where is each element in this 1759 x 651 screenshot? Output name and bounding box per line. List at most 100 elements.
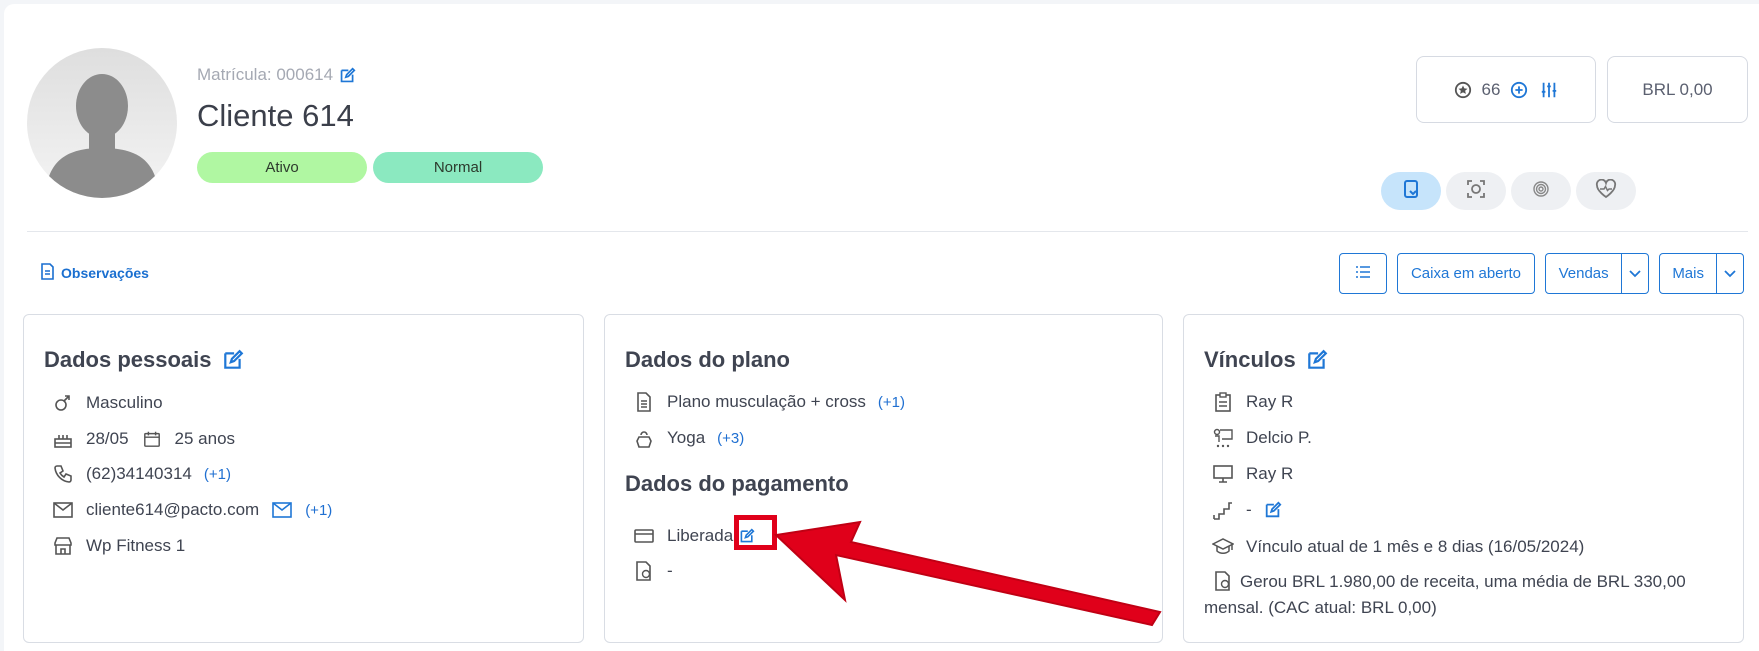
modality-row: Yoga (+3) xyxy=(633,427,744,449)
credit-card-icon xyxy=(633,525,655,547)
store-icon xyxy=(52,535,74,557)
mais-caret[interactable] xyxy=(1717,254,1743,293)
receipt-money-icon xyxy=(1212,570,1234,592)
graduation-cap-icon xyxy=(1212,536,1234,558)
plan-name: Plano musculação + cross xyxy=(667,392,866,411)
observacoes-label: Observações xyxy=(61,265,149,281)
teacher-row: Delcio P. xyxy=(1212,427,1312,449)
revenue-row: Gerou BRL 1.980,00 de receita, uma média… xyxy=(1204,569,1724,621)
list-icon xyxy=(1355,265,1371,283)
email-more-link[interactable]: (+1) xyxy=(305,502,332,519)
monitor-icon xyxy=(1212,463,1234,485)
cake-icon xyxy=(52,428,74,450)
revenue-value: Gerou BRL 1.980,00 de receita, uma média… xyxy=(1204,572,1686,617)
phone-value: (62)34140314 xyxy=(86,464,192,483)
birthday-row: 28/05 25 anos xyxy=(52,428,235,450)
level-row: - xyxy=(1212,499,1282,521)
teacher-icon xyxy=(1212,427,1234,449)
balance-box: BRL 0,00 xyxy=(1607,56,1748,123)
current-link-value: Vínculo atual de 1 mês e 8 dias (16/05/2… xyxy=(1246,537,1585,556)
personal-title-text: Dados pessoais xyxy=(44,347,212,372)
edit-icon[interactable] xyxy=(1306,349,1328,371)
fingerprint-button[interactable] xyxy=(1511,172,1571,210)
kettlebell-icon xyxy=(633,427,655,449)
gender-icon xyxy=(52,392,74,414)
payment-status: Liberada xyxy=(667,526,734,545)
client-panel: Matrícula: 000614 Cliente 614 Ativo Norm… xyxy=(4,4,1759,651)
phone-row: (62)34140314 (+1) xyxy=(52,463,231,485)
plan-data-card: Dados do plano Plano musculação + cross … xyxy=(604,314,1163,643)
consultant-value: Ray R xyxy=(1246,392,1294,411)
modality-value: Yoga xyxy=(667,428,706,447)
age-value: 25 anos xyxy=(174,429,236,448)
personal-data-card: Dados pessoais Masculino 28/05 25 anos (… xyxy=(23,314,584,643)
edit-icon[interactable] xyxy=(222,349,244,371)
mais-dropdown[interactable]: Mais xyxy=(1659,253,1744,294)
payment-card-title: Dados do pagamento xyxy=(625,471,849,496)
email-value: cliente614@pacto.com xyxy=(86,500,260,519)
teacher-value: Delcio P. xyxy=(1246,428,1312,447)
observacoes-link[interactable]: Observações xyxy=(40,263,149,283)
mobile-icon xyxy=(1401,179,1421,204)
modality-more-link[interactable]: (+3) xyxy=(717,430,744,447)
client-name: Cliente 614 xyxy=(197,98,354,133)
plan-card-title: Dados do plano xyxy=(625,347,790,372)
status-badge-normal: Normal xyxy=(373,152,543,183)
page-background: Matrícula: 000614 Cliente 614 Ativo Norm… xyxy=(0,0,1759,651)
balance-value: BRL 0,00 xyxy=(1642,79,1713,99)
adjust-icon[interactable] xyxy=(1538,79,1560,101)
links-card: Vínculos Ray R Delcio P. Ray R - Vínculo… xyxy=(1183,314,1744,643)
gender-row: Masculino xyxy=(52,392,163,414)
avatar xyxy=(27,48,177,198)
level-value: - xyxy=(1246,500,1252,519)
stairs-icon xyxy=(1212,499,1234,521)
vendas-dropdown[interactable]: Vendas xyxy=(1545,253,1649,294)
list-button[interactable] xyxy=(1339,253,1387,294)
matricula-label: Matrícula: 000614 xyxy=(197,65,356,85)
manager-row: Ray R xyxy=(1212,463,1293,485)
birthday-value: 28/05 xyxy=(86,429,129,448)
receipt-money-icon xyxy=(633,560,655,582)
current-link-row: Vínculo atual de 1 mês e 8 dias (16/05/2… xyxy=(1212,536,1584,558)
gender-value: Masculino xyxy=(86,393,163,412)
payment-value-row: - xyxy=(633,560,673,582)
calendar-icon xyxy=(141,428,163,450)
annotation-highlight-box xyxy=(734,515,777,550)
edit-icon[interactable] xyxy=(339,66,356,84)
points-box: 66 xyxy=(1416,56,1596,123)
personal-card-title: Dados pessoais xyxy=(44,347,244,373)
matricula-text: Matrícula: 000614 xyxy=(197,65,334,84)
fingerprint-icon xyxy=(1531,179,1551,204)
caixa-em-aberto-button[interactable]: Caixa em aberto xyxy=(1397,253,1535,294)
points-icon xyxy=(1452,79,1474,101)
add-points-icon[interactable] xyxy=(1508,79,1530,101)
status-badge-ativo: Ativo xyxy=(197,152,367,183)
clipboard-icon xyxy=(1212,391,1234,413)
plan-more-link[interactable]: (+1) xyxy=(878,394,905,411)
document-icon xyxy=(40,263,55,283)
mobile-app-button[interactable] xyxy=(1381,172,1441,210)
chevron-down-icon xyxy=(1629,265,1641,283)
email-row: cliente614@pacto.com (+1) xyxy=(52,499,332,521)
unit-row: Wp Fitness 1 xyxy=(52,535,185,557)
face-scan-icon xyxy=(1466,179,1486,204)
phone-more-link[interactable]: (+1) xyxy=(204,466,231,483)
links-title-text: Vínculos xyxy=(1204,347,1296,372)
chevron-down-icon xyxy=(1724,265,1736,283)
phone-icon xyxy=(52,463,74,485)
face-scan-button[interactable] xyxy=(1446,172,1506,210)
vendas-button[interactable]: Vendas xyxy=(1546,254,1623,293)
header-divider xyxy=(27,231,1748,232)
heart-pulse-icon xyxy=(1595,178,1617,204)
edit-icon[interactable] xyxy=(1264,501,1282,519)
vendas-caret[interactable] xyxy=(1622,254,1648,293)
consultant-row: Ray R xyxy=(1212,391,1293,413)
mais-button[interactable]: Mais xyxy=(1660,254,1718,293)
manager-value: Ray R xyxy=(1246,464,1294,483)
unit-value: Wp Fitness 1 xyxy=(86,536,186,555)
mail-icon xyxy=(52,499,74,521)
points-value: 66 xyxy=(1481,79,1501,99)
send-mail-icon[interactable] xyxy=(271,499,293,521)
links-card-title: Vínculos xyxy=(1204,347,1328,373)
health-button[interactable] xyxy=(1576,172,1636,210)
